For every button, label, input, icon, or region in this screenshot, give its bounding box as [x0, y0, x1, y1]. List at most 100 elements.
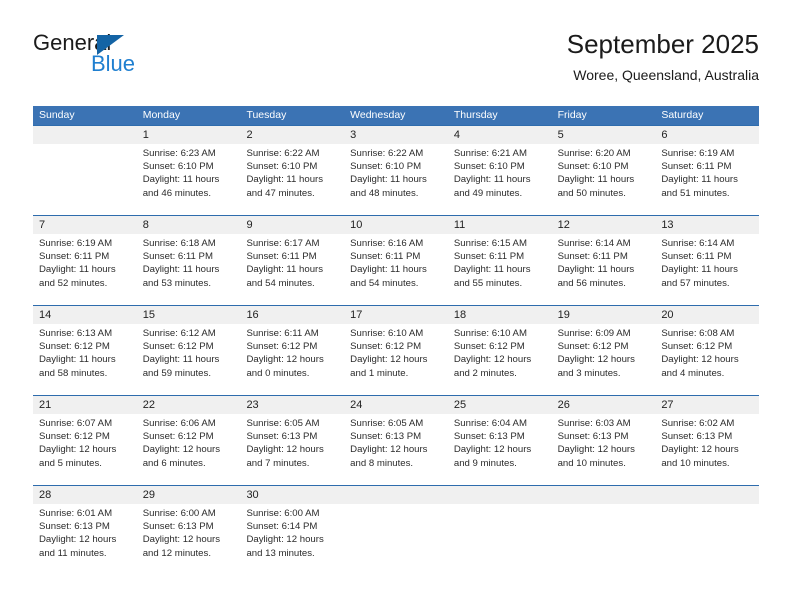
daylight-line1: Daylight: 12 hours [39, 534, 117, 546]
day-cell[interactable]: Sunrise: 6:23 AM Sunset: 6:10 PM Dayligh… [137, 144, 241, 215]
sunset-text: Sunset: 6:12 PM [39, 341, 110, 353]
day-cell[interactable]: Sunrise: 6:12 AM Sunset: 6:12 PM Dayligh… [137, 324, 241, 395]
sunrise-text: Sunrise: 6:16 AM [350, 238, 424, 249]
day-cell[interactable]: Sunrise: 6:04 AM Sunset: 6:13 PM Dayligh… [448, 414, 552, 485]
day-number[interactable]: 1 [137, 126, 241, 144]
day-number[interactable]: 18 [448, 306, 552, 324]
day-cell[interactable]: Sunrise: 6:11 AM Sunset: 6:12 PM Dayligh… [240, 324, 344, 395]
day-cell[interactable]: Sunrise: 6:08 AM Sunset: 6:12 PM Dayligh… [655, 324, 759, 395]
calendar-page: General Blue September 2025 Woree, Queen… [0, 0, 792, 612]
day-cell[interactable]: Sunrise: 6:01 AM Sunset: 6:13 PM Dayligh… [33, 504, 137, 575]
sunrise-text: Sunrise: 6:18 AM [142, 238, 216, 249]
sunset-text: Sunset: 6:11 PM [142, 251, 213, 263]
day-cell[interactable]: Sunrise: 6:17 AM Sunset: 6:11 PM Dayligh… [240, 234, 344, 305]
daylight-line2: and 56 minutes. [557, 277, 626, 289]
day-number[interactable]: 21 [33, 396, 137, 414]
day-number[interactable]: 4 [448, 126, 552, 144]
day-cell[interactable]: Sunrise: 6:20 AM Sunset: 6:10 PM Dayligh… [552, 144, 656, 215]
daylight-line1: Daylight: 11 hours [350, 174, 427, 186]
day-cell[interactable]: Sunrise: 6:03 AM Sunset: 6:13 PM Dayligh… [552, 414, 656, 485]
day-number[interactable]: 25 [448, 396, 552, 414]
day-number[interactable]: 13 [655, 216, 759, 234]
daylight-line2: and 7 minutes. [246, 457, 310, 469]
day-number[interactable]: 3 [344, 126, 448, 144]
day-cell[interactable]: Sunrise: 6:19 AM Sunset: 6:11 PM Dayligh… [655, 144, 759, 215]
day-number[interactable]: 7 [33, 216, 137, 234]
sunrise-text: Sunrise: 6:07 AM [39, 418, 113, 429]
day-number[interactable]: 2 [240, 126, 344, 144]
daylight-line1: Daylight: 12 hours [350, 444, 428, 456]
day-number[interactable]: 12 [552, 216, 656, 234]
week-daynumber-band: 28 29 30 [33, 486, 759, 504]
sunrise-text: Sunrise: 6:20 AM [557, 148, 631, 159]
day-cell[interactable]: Sunrise: 6:14 AM Sunset: 6:11 PM Dayligh… [655, 234, 759, 305]
sunrise-text: Sunrise: 6:23 AM [142, 148, 216, 159]
day-cell[interactable]: Sunrise: 6:07 AM Sunset: 6:12 PM Dayligh… [33, 414, 137, 485]
weekday-wednesday: Wednesday [350, 109, 406, 121]
day-cell[interactable]: Sunrise: 6:05 AM Sunset: 6:13 PM Dayligh… [240, 414, 344, 485]
day-number[interactable]: 15 [137, 306, 241, 324]
daylight-line1: Daylight: 12 hours [39, 444, 117, 456]
day-number[interactable]: 27 [655, 396, 759, 414]
sunset-text: Sunset: 6:13 PM [39, 521, 110, 533]
brand-logo[interactable]: General Blue [33, 30, 233, 86]
day-number[interactable]: 19 [552, 306, 656, 324]
day-number[interactable]: 30 [240, 486, 344, 504]
day-cell[interactable]: Sunrise: 6:14 AM Sunset: 6:11 PM Dayligh… [552, 234, 656, 305]
sunset-text: Sunset: 6:11 PM [661, 251, 732, 263]
sunset-text: Sunset: 6:12 PM [39, 431, 110, 443]
day-number[interactable]: 20 [655, 306, 759, 324]
day-cell[interactable]: Sunrise: 6:16 AM Sunset: 6:11 PM Dayligh… [344, 234, 448, 305]
day-cell[interactable]: Sunrise: 6:10 AM Sunset: 6:12 PM Dayligh… [344, 324, 448, 395]
day-number[interactable]: 11 [448, 216, 552, 234]
day-number[interactable]: 26 [552, 396, 656, 414]
day-cell[interactable]: Sunrise: 6:15 AM Sunset: 6:11 PM Dayligh… [448, 234, 552, 305]
day-number[interactable]: 10 [344, 216, 448, 234]
day-cell[interactable]: Sunrise: 6:10 AM Sunset: 6:12 PM Dayligh… [448, 324, 552, 395]
weekday-header-row: Sunday Monday Tuesday Wednesday Thursday… [33, 106, 759, 125]
day-cell[interactable]: Sunrise: 6:21 AM Sunset: 6:10 PM Dayligh… [448, 144, 552, 215]
daylight-line1: Daylight: 11 hours [453, 264, 531, 276]
day-number [344, 486, 448, 504]
sunrise-text: Sunrise: 6:12 AM [142, 328, 216, 339]
day-cell[interactable]: Sunrise: 6:19 AM Sunset: 6:11 PM Dayligh… [33, 234, 137, 305]
day-number[interactable]: 16 [240, 306, 344, 324]
day-cell[interactable]: Sunrise: 6:02 AM Sunset: 6:13 PM Dayligh… [655, 414, 759, 485]
calendar-week-row: 7 8 9 10 11 12 13 Sunrise: 6:19 AM Sunse… [33, 215, 759, 305]
day-cell[interactable]: Sunrise: 6:22 AM Sunset: 6:10 PM Dayligh… [344, 144, 448, 215]
day-cell[interactable]: Sunrise: 6:22 AM Sunset: 6:10 PM Dayligh… [240, 144, 344, 215]
sunrise-text: Sunrise: 6:22 AM [350, 148, 424, 159]
weekday-sunday: Sunday [39, 109, 75, 121]
day-cell[interactable]: Sunrise: 6:18 AM Sunset: 6:11 PM Dayligh… [137, 234, 241, 305]
daylight-line2: and 48 minutes. [350, 187, 419, 199]
sunset-text: Sunset: 6:13 PM [350, 431, 422, 443]
day-number[interactable]: 22 [137, 396, 241, 414]
sunset-text: Sunset: 6:13 PM [661, 431, 733, 443]
day-cell[interactable]: Sunrise: 6:00 AM Sunset: 6:13 PM Dayligh… [137, 504, 241, 575]
day-number[interactable]: 17 [344, 306, 448, 324]
sunrise-text: Sunrise: 6:14 AM [557, 238, 631, 249]
day-number[interactable]: 29 [137, 486, 241, 504]
day-number[interactable]: 6 [655, 126, 759, 144]
day-cell[interactable]: Sunrise: 6:06 AM Sunset: 6:12 PM Dayligh… [137, 414, 241, 485]
daylight-line1: Daylight: 11 hours [246, 264, 324, 276]
day-number[interactable]: 5 [552, 126, 656, 144]
sunrise-text: Sunrise: 6:21 AM [453, 148, 527, 159]
week-daynumber-band: 14 15 16 17 18 19 20 [33, 306, 759, 324]
daylight-line1: Daylight: 12 hours [142, 444, 221, 456]
day-number[interactable]: 28 [33, 486, 137, 504]
day-number[interactable] [33, 126, 137, 144]
day-cell[interactable]: Sunrise: 6:05 AM Sunset: 6:13 PM Dayligh… [344, 414, 448, 485]
daylight-line1: Daylight: 11 hours [39, 354, 116, 366]
day-number[interactable]: 9 [240, 216, 344, 234]
daylight-line2: and 1 minute. [350, 367, 409, 379]
day-number[interactable]: 14 [33, 306, 137, 324]
day-cell[interactable]: Sunrise: 6:13 AM Sunset: 6:12 PM Dayligh… [33, 324, 137, 395]
sunset-text: Sunset: 6:10 PM [246, 161, 318, 173]
daylight-line1: Daylight: 12 hours [142, 534, 221, 546]
day-number[interactable]: 8 [137, 216, 241, 234]
day-cell[interactable]: Sunrise: 6:09 AM Sunset: 6:12 PM Dayligh… [552, 324, 656, 395]
day-number[interactable]: 24 [344, 396, 448, 414]
day-number[interactable]: 23 [240, 396, 344, 414]
day-cell[interactable]: Sunrise: 6:00 AM Sunset: 6:14 PM Dayligh… [240, 504, 344, 575]
